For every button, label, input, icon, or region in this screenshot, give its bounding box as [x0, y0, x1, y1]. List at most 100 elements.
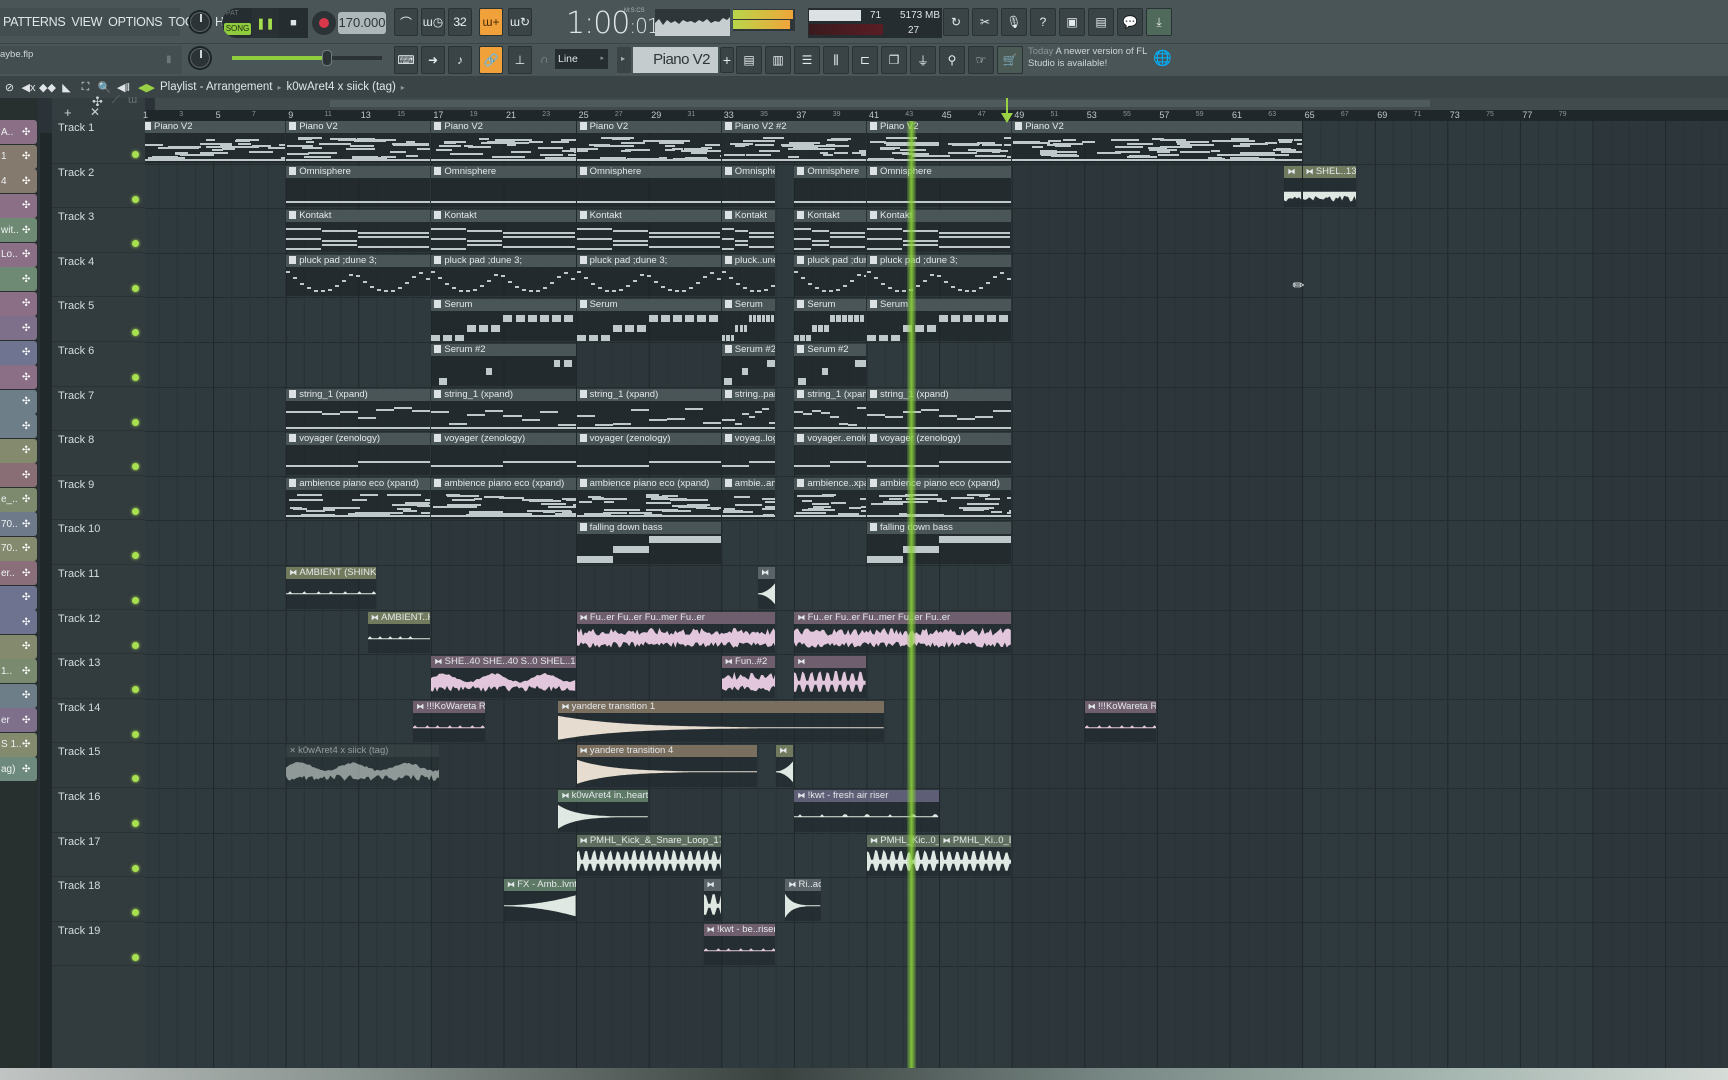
audio-clip[interactable]: ⧓ [776, 745, 794, 787]
record-button[interactable] [312, 11, 336, 35]
audio-clip[interactable]: ⧓ k0wAret4 in..heartbeat [558, 790, 649, 832]
clip-header[interactable]: string_1 (xpand) [431, 388, 576, 401]
pattern-clip[interactable]: ambience piano eco (xpand) [867, 477, 1012, 520]
pattern-clip[interactable]: Serum #2 [431, 344, 576, 386]
touch-controller-button[interactable]: ☞ [968, 46, 994, 74]
undo-history-button[interactable]: ↻ [943, 8, 969, 36]
pattern-clip[interactable]: Omnisphere [286, 165, 431, 208]
pattern-clip[interactable]: Kontakt [576, 210, 721, 252]
clip-header[interactable]: ⧓ [776, 745, 794, 758]
clip-header[interactable]: ⧓ k0wAret4 in..heartbeat [558, 790, 649, 802]
pattern-clip[interactable]: Serum [431, 299, 576, 341]
track-header[interactable]: Track 6 [52, 342, 153, 387]
clip-header[interactable]: Kontakt [867, 210, 1012, 223]
clip-header[interactable]: Omnisphere [431, 165, 576, 178]
clip-header[interactable]: Omnisphere [794, 165, 866, 178]
track-enable-led[interactable] [132, 641, 139, 649]
pattern-clip[interactable]: Kontakt [794, 210, 866, 252]
clip-header[interactable]: Piano V2 [1012, 121, 1302, 133]
pattern-clip[interactable]: Serum #2 [794, 344, 866, 386]
track-header[interactable]: Track 9 [52, 475, 153, 521]
track-header[interactable]: Track 19 [52, 921, 153, 967]
master-pitch-knob[interactable] [188, 46, 212, 70]
pattern-clip[interactable]: voyager (zenology) [431, 433, 576, 475]
piano-roll-typing-button[interactable]: ⌨ [394, 46, 418, 74]
pattern-clip[interactable]: Piano V2 [145, 121, 286, 163]
pattern-clip[interactable]: Kontakt [286, 210, 431, 252]
pattern-clip[interactable]: Piano V2 [286, 121, 431, 163]
track-enable-led[interactable] [132, 284, 139, 292]
track-header[interactable]: Track 5 [52, 297, 153, 342]
track-enable-led[interactable] [132, 552, 139, 560]
track-name[interactable]: Track 7 [58, 390, 94, 402]
audio-clip[interactable]: ⧓ Fu..er Fu..er Fu..mer Fu..er Fu..er [794, 611, 1012, 654]
wait-for-input-button[interactable]: ɯ◷ [421, 8, 445, 36]
pattern-clip[interactable]: Serum [867, 299, 1012, 341]
clip-header[interactable]: ambience piano eco (xpand) [286, 477, 431, 490]
playlist-button[interactable]: ▤ [736, 46, 762, 74]
pattern-clip[interactable]: pluck pad ;dune 3; [867, 254, 1012, 297]
browser-button[interactable]: ⊏ [852, 46, 878, 74]
pattern-clip[interactable]: Kontakt [721, 210, 776, 252]
picker-item[interactable]: 70.. ✣ [0, 536, 37, 561]
stop-button[interactable]: ■ [280, 8, 307, 38]
clip-header[interactable]: voyager..enology) [794, 433, 866, 446]
clip-header[interactable]: ⧓ [758, 567, 776, 579]
automation-icon[interactable]: ⟋ [112, 94, 120, 107]
pattern-clip[interactable]: Omnisphere [721, 165, 776, 208]
track-name[interactable]: Track 3 [58, 211, 94, 223]
pattern-clip[interactable]: string_1 (xpand) [431, 388, 576, 431]
pattern-clip[interactable]: Kontakt [867, 210, 1012, 252]
pattern-clip[interactable]: Omnisphere [576, 165, 721, 208]
track-name[interactable]: Track 9 [58, 479, 94, 491]
audio-clip[interactable]: ⧓ PMHL_Kick_&_Snare_Loop_170_Black [576, 834, 721, 877]
clip-header[interactable]: Kontakt [576, 210, 721, 223]
clip-header[interactable]: Kontakt [286, 210, 431, 223]
picker-item[interactable]: ✣ [0, 634, 37, 659]
clip-header[interactable]: ⧓ !!!KoWareta Riser [413, 700, 485, 713]
performance-mode-button[interactable]: ⚲ [939, 46, 965, 74]
audio-clip[interactable]: ⧓ !!!KoWareta Riser [1084, 700, 1157, 743]
plugin-database-button[interactable]: ⏚ [910, 46, 936, 74]
track-header[interactable]: Track 15 [52, 743, 153, 788]
clip-header[interactable]: ambie..and) [721, 477, 776, 490]
loop-record-button[interactable]: ɯ↻ [508, 8, 532, 36]
clip-header[interactable]: pluck pad ;dune 3; [576, 254, 721, 267]
picker-item[interactable]: 1 ✣ [0, 144, 37, 169]
playlist-grid[interactable]: Piano V2 Piano V2 Piano V2 Piano V2 Piano V2… [145, 121, 1728, 1068]
add-pattern-button[interactable]: + [720, 47, 734, 73]
audio-clip[interactable]: ⧓ Fu..er Fu..er Fu..mer Fu..er [576, 611, 776, 654]
pattern-clip[interactable]: voyager (zenology) [576, 433, 721, 475]
pattern-clip[interactable]: voyager (zenology) [286, 433, 431, 475]
track-name[interactable]: Track 5 [58, 300, 94, 312]
picker-item[interactable]: e_.. ✣ [0, 487, 37, 512]
track-enable-led[interactable] [132, 418, 139, 426]
track-name[interactable]: Track 17 [58, 836, 100, 848]
pattern-clip[interactable]: Serum [721, 299, 776, 341]
overview-thumb[interactable] [330, 100, 1430, 107]
track-header[interactable]: Track 13 [52, 654, 153, 699]
clip-header[interactable]: ⧓ Fun..#2 [721, 656, 776, 669]
pattern-clip[interactable]: string_1 (xpand) [286, 388, 431, 431]
pattern-clip-icon[interactable]: ɯ [128, 94, 137, 106]
clip-header[interactable]: voyager (zenology) [867, 433, 1012, 446]
picker-item[interactable]: 70.. ✣ [0, 512, 37, 536]
track-name[interactable]: Track 16 [58, 791, 100, 803]
track-enable-led[interactable] [132, 864, 139, 872]
pattern-clip[interactable]: string..pand) [721, 388, 776, 431]
save-button[interactable]: ▣ [1059, 8, 1085, 36]
channel-rack-button[interactable]: ☰ [794, 46, 820, 74]
track-name[interactable]: Track 12 [58, 613, 100, 625]
audio-clip[interactable]: ⧓ !kwt - fresh air riser [794, 790, 939, 832]
clip-header[interactable]: ⧓ yandere transition 4 [576, 745, 758, 758]
pattern-clip[interactable]: Serum #2 [721, 344, 776, 386]
audio-clip[interactable]: ⧓ yandere transition 1 [558, 700, 885, 743]
pattern-clip[interactable]: ambience piano eco (xpand) [286, 477, 431, 520]
clip-header[interactable]: ⧓ AMBIENT..HINKI) [367, 611, 431, 624]
step-edit-button[interactable]: ➜ [421, 46, 445, 74]
track-name[interactable]: Track 13 [58, 657, 100, 669]
track-header[interactable]: Track 16 [52, 788, 153, 833]
pattern-clip[interactable]: pluck pad ;dune 3; [286, 254, 431, 297]
track-name[interactable]: Track 8 [58, 434, 94, 446]
track-name[interactable]: Track 15 [58, 746, 100, 758]
